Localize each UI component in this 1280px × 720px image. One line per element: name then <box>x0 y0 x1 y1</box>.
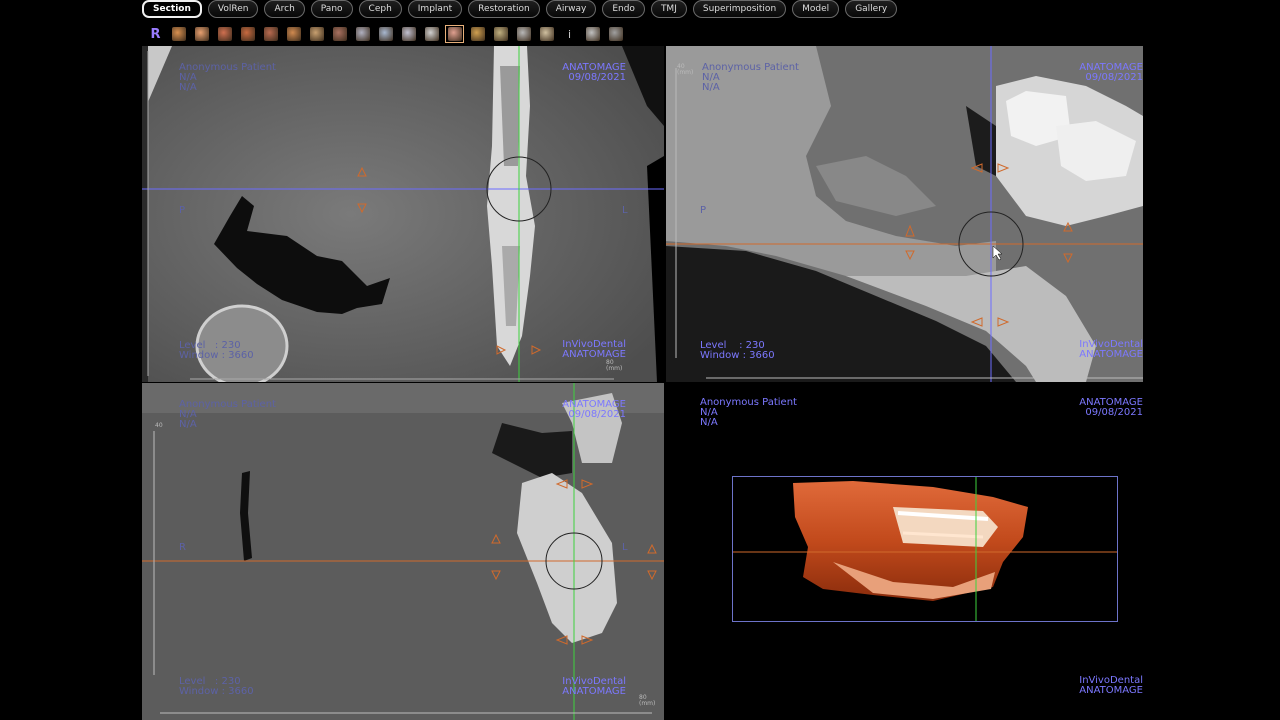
hand-grab-icon-glyph <box>332 27 347 41</box>
tab-pano[interactable]: Pano <box>310 0 353 18</box>
face-tilt-icon-glyph <box>217 27 232 41</box>
scan-date: 09/08/2021 <box>568 72 626 83</box>
volume-render-view[interactable]: Anonymous Patient N/A N/A ANATOMAGE 09/0… <box>664 383 1143 720</box>
tool-bar: R i <box>146 24 625 44</box>
window-readout: Window : 3660 <box>179 686 254 697</box>
coronal-slice-view[interactable]: Anonymous Patient N/A N/A ANATOMAGE 09/0… <box>142 383 664 720</box>
tab-arch[interactable]: Arch <box>264 0 305 18</box>
sagittal-slice-image <box>666 46 1143 382</box>
ruler-icon[interactable] <box>353 25 372 43</box>
airway-icon-glyph <box>401 27 416 41</box>
text-tool-icon[interactable] <box>537 25 556 43</box>
axial-slice-image <box>142 46 664 382</box>
face-icon-glyph <box>194 27 209 41</box>
measure-icon[interactable] <box>376 25 395 43</box>
pencil-icon[interactable] <box>468 25 487 43</box>
patient-info-line3: N/A <box>700 417 718 428</box>
house-icon[interactable] <box>307 25 326 43</box>
airway-icon[interactable] <box>399 25 418 43</box>
annotate-icon[interactable] <box>514 25 533 43</box>
rotate-icon[interactable] <box>606 25 625 43</box>
text-tool-icon-glyph <box>539 27 554 41</box>
scale-unit-label: (mm) <box>639 700 656 707</box>
tab-model[interactable]: Model <box>792 0 840 18</box>
pencil-icon-glyph <box>470 27 485 41</box>
footer-brand: ANATOMAGE <box>562 686 626 697</box>
module-tab-bar: Section VolRen Arch Pano Ceph Implant Restorat… <box>142 0 898 18</box>
brush-icon[interactable] <box>491 25 510 43</box>
reset-view-button[interactable]: R <box>146 25 165 43</box>
coronal-slice-image <box>142 383 664 720</box>
hand-icon[interactable] <box>169 25 188 43</box>
orientation-left: P <box>700 205 707 216</box>
tab-ceph[interactable]: Ceph <box>358 0 402 18</box>
hand-grab-icon[interactable] <box>330 25 349 43</box>
window-readout: Window : 3660 <box>179 350 254 361</box>
tab-restoration[interactable]: Restoration <box>468 0 540 18</box>
layout-icon-glyph <box>585 27 600 41</box>
bone-icon[interactable] <box>238 25 257 43</box>
volume-bounding-box <box>732 476 1118 622</box>
teeth-icon[interactable] <box>284 25 303 43</box>
measure-icon-glyph <box>378 27 393 41</box>
axial-slice-view[interactable]: Anonymous Patient N/A N/A ANATOMAGE 09/0… <box>142 46 664 382</box>
house-icon-glyph <box>309 27 324 41</box>
skull-3d-render <box>733 477 1117 621</box>
window-readout: Window : 3660 <box>700 350 775 361</box>
scan-date: 09/08/2021 <box>1085 72 1143 83</box>
tab-superimposition[interactable]: Superimposition <box>692 0 787 18</box>
skull-icon[interactable] <box>261 25 280 43</box>
ruler-icon-glyph <box>355 27 370 41</box>
layout-icon[interactable] <box>583 25 602 43</box>
footer-brand: ANATOMAGE <box>1079 685 1143 696</box>
scale-unit-label: (mm) <box>677 69 694 76</box>
patient-info-line3: N/A <box>702 82 720 93</box>
face-tilt-icon[interactable] <box>215 25 234 43</box>
tab-implant[interactable]: Implant <box>407 0 463 18</box>
patient-info-line3: N/A <box>179 82 197 93</box>
footer-brand: ANATOMAGE <box>1079 349 1143 360</box>
scan-date: 09/08/2021 <box>568 409 626 420</box>
patient-info-line3: N/A <box>179 419 197 430</box>
orientation-right: L <box>622 542 628 553</box>
tab-section[interactable]: Section <box>142 0 202 18</box>
orientation-left: P <box>179 205 186 216</box>
face-icon[interactable] <box>192 25 211 43</box>
scan-date: 09/08/2021 <box>1085 407 1143 418</box>
tab-tmj[interactable]: TMJ <box>650 0 687 18</box>
bone-icon-glyph <box>240 27 255 41</box>
tab-airway[interactable]: Airway <box>545 0 597 18</box>
tab-volren[interactable]: VolRen <box>207 0 259 18</box>
orientation-right: L <box>622 205 628 216</box>
tab-endo[interactable]: Endo <box>602 0 645 18</box>
orientation-left: R <box>179 542 186 553</box>
portrait-icon[interactable] <box>445 25 464 43</box>
sagittal-slice-view[interactable]: Anonymous Patient N/A N/A ANATOMAGE 09/0… <box>666 46 1143 382</box>
skull-icon-glyph <box>263 27 278 41</box>
footer-brand: ANATOMAGE <box>562 349 626 360</box>
annotate-icon-glyph <box>516 27 531 41</box>
brush-icon-glyph <box>493 27 508 41</box>
teeth-icon-glyph <box>286 27 301 41</box>
scale-top-label: 40 <box>155 422 163 429</box>
arch-icon[interactable] <box>422 25 441 43</box>
arch-icon-glyph <box>424 27 439 41</box>
hand-icon-glyph <box>171 27 186 41</box>
rotate-icon-glyph <box>608 27 623 41</box>
scale-unit-label: (mm) <box>606 365 623 372</box>
info-icon[interactable]: i <box>560 25 579 43</box>
tab-gallery[interactable]: Gallery <box>845 0 898 18</box>
portrait-icon-glyph <box>447 27 462 41</box>
